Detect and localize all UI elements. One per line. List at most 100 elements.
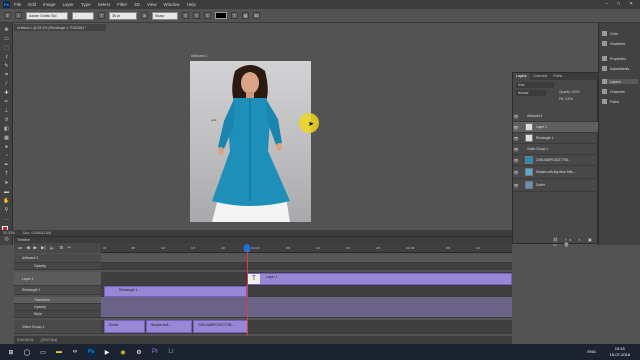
- font-style-select[interactable]: -: [72, 11, 94, 20]
- infinity-app-icon[interactable]: ∞: [70, 347, 80, 357]
- dodge-tool-icon[interactable]: ◔: [3, 153, 10, 160]
- hand-tool-icon[interactable]: ✋: [3, 198, 10, 205]
- maximize-icon[interactable]: □: [617, 1, 620, 7]
- layer-row[interactable]: 👁 Layer 1: [513, 122, 599, 133]
- menu-view[interactable]: View: [147, 2, 157, 7]
- visibility-eye-icon[interactable]: 👁: [513, 114, 519, 119]
- quick-mask-icon[interactable]: ◎: [3, 236, 10, 243]
- layer-row[interactable]: 👁 Rectangle 1: [513, 133, 599, 144]
- chrome-icon[interactable]: ◉: [118, 347, 128, 357]
- menu-type[interactable]: Type: [81, 2, 91, 7]
- artboard-canvas[interactable]: [190, 61, 311, 222]
- dock-adjustments[interactable]: Adjustments: [602, 66, 629, 71]
- clip-surfer[interactable]: Surfer: [104, 320, 145, 333]
- quick-select-tool-icon[interactable]: ✎: [3, 63, 10, 70]
- blur-tool-icon[interactable]: ●: [3, 144, 10, 151]
- character-panel-icon[interactable]: ▤: [242, 12, 249, 19]
- layer-row[interactable]: 👁 Simple-soft-sky-blue-frills-...: [513, 166, 599, 179]
- settings-icon[interactable]: ⚙: [59, 245, 63, 251]
- marquee-tool-icon[interactable]: ⬚: [3, 45, 10, 52]
- blend-mode-select[interactable]: Normal: [516, 90, 546, 96]
- timeline-row-transform[interactable]: Transform: [14, 297, 101, 304]
- brush-tool-icon[interactable]: ✏: [3, 99, 10, 106]
- clip-rectangle1[interactable]: Rectangle 1: [104, 286, 247, 297]
- opacity-field[interactable]: Opacity: 100%: [559, 90, 580, 94]
- artboard-tool-icon[interactable]: ▭: [3, 36, 10, 43]
- task-view-icon[interactable]: ▭: [38, 347, 48, 357]
- dock-paths[interactable]: Paths: [602, 99, 619, 104]
- visibility-eye-icon[interactable]: 👁: [513, 147, 519, 152]
- menu-window[interactable]: Window: [164, 2, 180, 7]
- dock-channels[interactable]: Channels: [602, 89, 625, 94]
- orientation-icon[interactable]: ↕: [15, 12, 22, 19]
- path-select-tool-icon[interactable]: ➤: [3, 180, 10, 187]
- clone-stamp-tool-icon[interactable]: ⊥: [3, 108, 10, 115]
- type-tool-icon[interactable]: T: [3, 171, 10, 178]
- timeline-row-style[interactable]: Style: [14, 311, 101, 318]
- start-icon[interactable]: ⊞: [6, 347, 16, 357]
- dock-properties[interactable]: Properties: [602, 56, 626, 61]
- premiere-icon[interactable]: Pr: [150, 347, 160, 357]
- eraser-tool-icon[interactable]: ◧: [3, 126, 10, 133]
- align-center-icon[interactable]: ≡: [193, 12, 200, 19]
- timeline-row-rectangle1[interactable]: Rectangle 1: [14, 286, 101, 295]
- warp-text-icon[interactable]: T: [231, 12, 238, 19]
- layer-row[interactable]: 👁 Surfer: [513, 179, 599, 192]
- clip-simple-soft[interactable]: Simple-soft...: [146, 320, 192, 333]
- dock-color[interactable]: Color: [602, 31, 618, 36]
- artboard-text-layer[interactable]: pink: [211, 118, 217, 122]
- search-icon[interactable]: ◯: [22, 347, 32, 357]
- language-indicator[interactable]: ENG: [587, 349, 596, 354]
- visibility-eye-icon[interactable]: 👁: [513, 125, 519, 130]
- shape-tool-icon[interactable]: ▬: [3, 189, 10, 196]
- media-player-icon[interactable]: ▶: [102, 347, 112, 357]
- history-brush-tool-icon[interactable]: ↺: [3, 117, 10, 124]
- tab-layers[interactable]: Layers: [513, 73, 530, 80]
- zoom-tool-icon[interactable]: ⚲: [3, 207, 10, 214]
- audio-icon[interactable]: 🔈: [50, 245, 56, 251]
- timeline-row-artboard[interactable]: Artboard 1: [14, 254, 101, 263]
- timeline-row-video-group[interactable]: Video Group 1: [14, 320, 101, 334]
- menu-help[interactable]: Help: [187, 2, 196, 7]
- timeline-row-opacity-2[interactable]: Opacity: [14, 304, 101, 311]
- menu-select[interactable]: Select: [98, 2, 111, 7]
- zoom-level[interactable]: 33.33%: [3, 231, 15, 235]
- dock-swatches[interactable]: Swatches: [602, 41, 625, 46]
- menu-image[interactable]: Image: [43, 2, 56, 7]
- first-frame-icon[interactable]: ⏮: [18, 246, 22, 251]
- layer-row[interactable]: 👁 2394-588PG3027798...: [513, 155, 599, 166]
- crop-tool-icon[interactable]: ⌗: [3, 72, 10, 79]
- clip-2394[interactable]: 2394-588PG3027798...: [193, 320, 248, 333]
- layer-row[interactable]: 👁 Video Group 1: [513, 144, 599, 155]
- pen-tool-icon[interactable]: ✒: [3, 162, 10, 169]
- minimize-icon[interactable]: –: [605, 1, 608, 7]
- dock-layers[interactable]: Layers: [602, 79, 638, 84]
- 3d-icon[interactable]: 3D: [253, 12, 260, 19]
- menu-edit[interactable]: Edit: [28, 2, 36, 7]
- file-explorer-icon[interactable]: ▬: [54, 347, 64, 357]
- close-icon[interactable]: ✕: [629, 1, 633, 7]
- more-tools-icon[interactable]: …: [3, 216, 10, 223]
- align-right-icon[interactable]: ≡: [204, 12, 211, 19]
- document-tab[interactable]: Untitled-1 @ 33.3% (Rectangle 1, RGB/8#)…: [14, 23, 106, 31]
- timeline-ruler[interactable]: 00 05f 10f 15f 20f 01:00f 05f 10f 15f 20…: [101, 243, 512, 253]
- visibility-eye-icon[interactable]: 👁: [513, 183, 519, 188]
- move-tool-icon[interactable]: ✥: [3, 27, 10, 34]
- play-icon[interactable]: ▶: [34, 245, 37, 251]
- visibility-eye-icon[interactable]: 👁: [513, 136, 519, 141]
- lasso-tool-icon[interactable]: ℓ: [3, 54, 10, 61]
- fill-field[interactable]: Fill: 100%: [559, 97, 573, 101]
- eyedropper-tool-icon[interactable]: ⁄: [3, 81, 10, 88]
- antialias-select[interactable]: Sharp: [152, 11, 178, 20]
- menu-filter[interactable]: Filter: [117, 2, 127, 7]
- timeline-row-layer1[interactable]: Layer 1: [14, 272, 101, 286]
- settings-app-icon[interactable]: ⚙: [134, 347, 144, 357]
- font-size-select[interactable]: 36 pt: [109, 11, 137, 20]
- split-icon[interactable]: ✂: [67, 245, 71, 251]
- font-family-select[interactable]: Adobe Gothic Std: [26, 11, 68, 20]
- text-color-swatch[interactable]: [215, 12, 227, 19]
- taskbar-clock[interactable]: 19:15 15-07-2018: [610, 346, 630, 358]
- layer-actions-bar[interactable]: ⛓ fx ◐ ▣ ▭ 🗑: [553, 237, 597, 247]
- visibility-eye-icon[interactable]: 👁: [513, 158, 519, 163]
- clip-layer1[interactable]: Layer 1: [247, 273, 512, 285]
